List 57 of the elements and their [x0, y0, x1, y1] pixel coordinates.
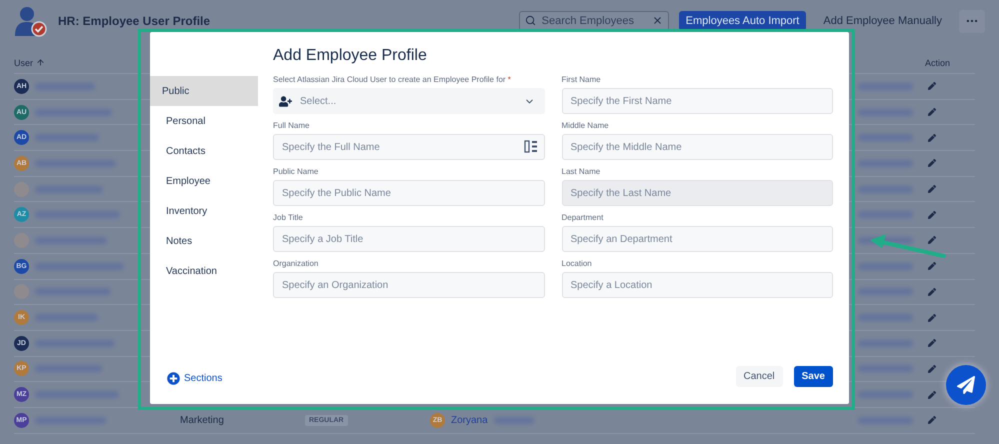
add-sections-button[interactable]: Sections [167, 370, 222, 387]
dialog-title: Add Employee Profile [273, 46, 428, 66]
table-cell: Marketing [180, 414, 224, 426]
input-field[interactable]: Specify the Full Name [273, 134, 544, 160]
edit-icon[interactable] [928, 210, 936, 219]
edit-icon[interactable] [928, 364, 936, 373]
edit-icon[interactable] [928, 416, 936, 424]
input-field[interactable]: Specify a Location [562, 272, 833, 298]
field-label: Full Name [273, 120, 310, 131]
input-field[interactable]: Specify the Middle Name [562, 134, 833, 160]
page-title: HR: Employee User Profile [58, 14, 210, 28]
search-icon [524, 15, 536, 26]
edit-icon[interactable] [928, 314, 936, 322]
input-field[interactable]: Specify an Organization [273, 272, 544, 298]
field-label: Organization [273, 258, 320, 269]
paper-plane-icon [957, 376, 975, 394]
section-tab[interactable]: Notes [150, 226, 258, 256]
auto-import-button[interactable]: Employees Auto Import [678, 11, 806, 31]
cancel-button[interactable]: Cancel [736, 366, 783, 387]
input-field[interactable]: Specify the Public Name [273, 180, 544, 206]
edit-icon[interactable] [928, 82, 936, 90]
input-field[interactable]: Specify an Department [562, 226, 833, 252]
column-header: Action [925, 58, 950, 68]
field-label: Select Atlassian Jira Cloud User to create an Employee Profile for * [273, 74, 512, 85]
form-layout-icon [524, 140, 538, 153]
input-field[interactable]: Specify a Job Title [273, 226, 544, 252]
edit-icon[interactable] [928, 134, 936, 142]
section-tab[interactable]: Inventory [150, 196, 258, 226]
section-tab[interactable]: Personal [150, 106, 258, 136]
section-tab[interactable]: Public [150, 76, 258, 106]
send-button[interactable] [946, 365, 986, 405]
edit-icon[interactable] [928, 159, 936, 168]
field-label: Public Name [273, 166, 320, 177]
edit-icon[interactable] [928, 339, 936, 348]
field-label: Department [562, 212, 604, 223]
edit-icon[interactable] [928, 236, 936, 244]
section-tab[interactable]: Contacts [150, 136, 258, 166]
user-plus-icon [279, 94, 292, 108]
save-button[interactable]: Save [794, 366, 833, 387]
edit-icon[interactable] [928, 108, 936, 116]
section-tab[interactable]: Employee [150, 166, 258, 196]
user-check-icon [14, 5, 48, 37]
field-label: First Name [562, 74, 602, 85]
close-icon[interactable] [652, 15, 663, 26]
edit-icon[interactable] [928, 288, 936, 296]
field-label: Last Name [562, 166, 602, 177]
edit-icon[interactable] [928, 185, 936, 194]
field-label: Location [562, 258, 593, 269]
section-tab[interactable]: Vaccination [150, 256, 258, 286]
edit-icon[interactable] [928, 262, 936, 270]
add-employee-button[interactable]: Add Employee Manually [816, 11, 949, 31]
edit-icon[interactable] [928, 390, 936, 399]
input-field[interactable]: Specify the First Name [562, 88, 833, 114]
field-label: Job Title [273, 212, 304, 223]
field-label: Middle Name [562, 120, 610, 131]
plus-icon [167, 372, 180, 385]
column-header[interactable]: User [14, 58, 34, 68]
